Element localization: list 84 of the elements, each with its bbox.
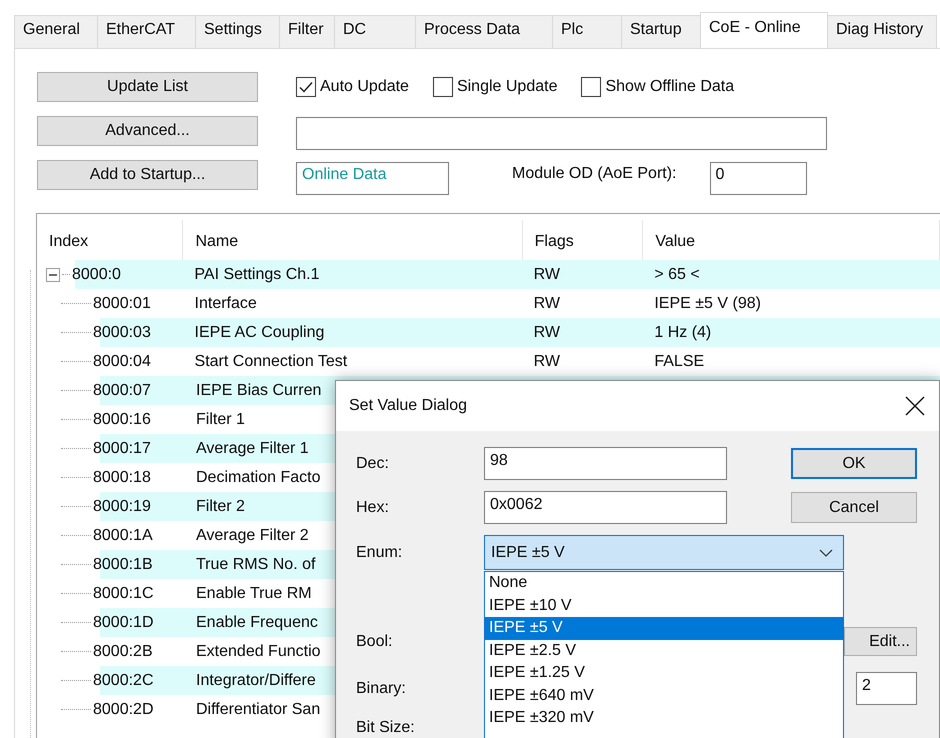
field-label: Enum:	[356, 544, 404, 562]
index-cell: 8000:1D	[93, 614, 154, 632]
name-cell: IEPE Bias Curren	[196, 382, 322, 400]
index-cell: 8000:19	[93, 498, 151, 516]
tab[interactable]: EtherCAT	[97, 15, 196, 48]
name-cell: Decimation Facto	[196, 468, 320, 486]
dialog-button[interactable]: OK	[791, 448, 917, 479]
name-cell: Average Filter 2	[196, 526, 309, 544]
index-cell: 8000:1A	[93, 526, 153, 544]
module-od-label: Module OD (AoE Port):	[512, 164, 676, 182]
checkbox-label: Auto Update	[320, 78, 409, 96]
value-field[interactable]: 98	[484, 447, 727, 480]
column-header[interactable]: Value	[643, 220, 940, 260]
index-cell: 8000:01	[93, 294, 151, 312]
edit-button[interactable]: Edit...	[844, 627, 917, 656]
index-cell: 8000:1B	[93, 556, 153, 574]
chevron-down-icon	[819, 548, 833, 556]
name-cell: Filter 1	[196, 410, 245, 428]
checkbox-label: Single Update	[456, 78, 558, 96]
column-header[interactable]: Index	[37, 220, 184, 260]
tab[interactable]: General	[14, 15, 98, 48]
index-cell: 8000:17	[93, 440, 151, 458]
name-cell: Enable True RM	[196, 584, 312, 602]
value-cell: IEPE ±5 V (98)	[654, 294, 761, 312]
column-header[interactable]: Flags	[522, 220, 644, 260]
field-label: Bit Size:	[356, 719, 416, 737]
index-cell: 8000:2B	[93, 642, 153, 660]
name-cell: True RMS No. of	[196, 556, 316, 574]
flags-cell: RW	[534, 294, 560, 312]
name-cell: PAI Settings Ch.1	[194, 266, 320, 284]
action-button[interactable]: Advanced...	[37, 116, 258, 146]
checkbox[interactable]	[581, 77, 602, 97]
tab[interactable]: DC	[334, 15, 416, 48]
dropdown-option[interactable]: IEPE ±5 V	[485, 617, 843, 640]
value-cell: 1 Hz (4)	[654, 324, 712, 342]
name-cell: Enable Frequenc	[196, 614, 318, 632]
value-cell: > 65 <	[654, 266, 700, 284]
field-label: Bool:	[356, 632, 394, 650]
name-cell: Start Connection Test	[194, 352, 348, 370]
collapse-icon[interactable]	[46, 268, 60, 282]
flags-cell: RW	[534, 324, 560, 342]
size-field[interactable]: 2	[856, 672, 917, 705]
value-field[interactable]: 0x0062	[484, 491, 727, 524]
index-cell: 8000:1C	[93, 584, 154, 602]
action-button[interactable]: Add to Startup...	[37, 160, 258, 190]
module-od-field[interactable]: 0	[710, 162, 806, 195]
field-label: Dec:	[356, 454, 390, 472]
name-cell: IEPE AC Coupling	[194, 324, 324, 342]
index-cell: 8000:2C	[93, 672, 154, 690]
checkbox[interactable]	[296, 77, 316, 97]
index-cell: 8000:2D	[93, 700, 154, 718]
index-cell: 8000:16	[93, 410, 151, 428]
name-cell: Extended Functio	[196, 642, 321, 660]
index-cell: 8000:03	[93, 324, 151, 342]
tab[interactable]: Diag History	[827, 15, 937, 48]
tab[interactable]: Filter	[279, 15, 335, 48]
enum-dropdown[interactable]: IEPE ±5 V	[484, 535, 844, 570]
column-header[interactable]: Name	[183, 220, 523, 260]
name-cell: Average Filter 1	[196, 440, 309, 458]
index-cell: 8000:18	[93, 468, 151, 486]
dialog-title: Set Value Dialog	[349, 397, 467, 415]
close-icon[interactable]	[903, 394, 927, 418]
checkbox-label: Show Offline Data	[605, 78, 734, 96]
index-cell: 8000:0	[72, 266, 121, 284]
dialog-button[interactable]: Cancel	[791, 492, 917, 523]
status-field: Online Data	[296, 162, 449, 195]
tab[interactable]: Plc	[552, 15, 622, 48]
flags-cell: RW	[534, 352, 560, 370]
field-label: Hex:	[356, 498, 390, 516]
checkbox[interactable]	[432, 77, 453, 97]
tab[interactable]: Startup	[621, 15, 701, 48]
index-cell: 8000:04	[93, 352, 151, 370]
value-cell: FALSE	[654, 352, 704, 370]
tab[interactable]: Process Data	[415, 15, 553, 48]
name-cell: Integrator/Differe	[196, 672, 316, 690]
name-cell: Differentiator San	[196, 700, 320, 718]
tab[interactable]: Settings	[195, 15, 280, 48]
action-button[interactable]: Update List	[37, 72, 258, 102]
name-cell: Filter 2	[196, 498, 245, 516]
text-field[interactable]	[296, 117, 827, 150]
name-cell: Interface	[194, 294, 257, 312]
field-label: Binary:	[356, 680, 407, 698]
index-cell: 8000:07	[93, 382, 151, 400]
flags-cell: RW	[534, 266, 560, 284]
